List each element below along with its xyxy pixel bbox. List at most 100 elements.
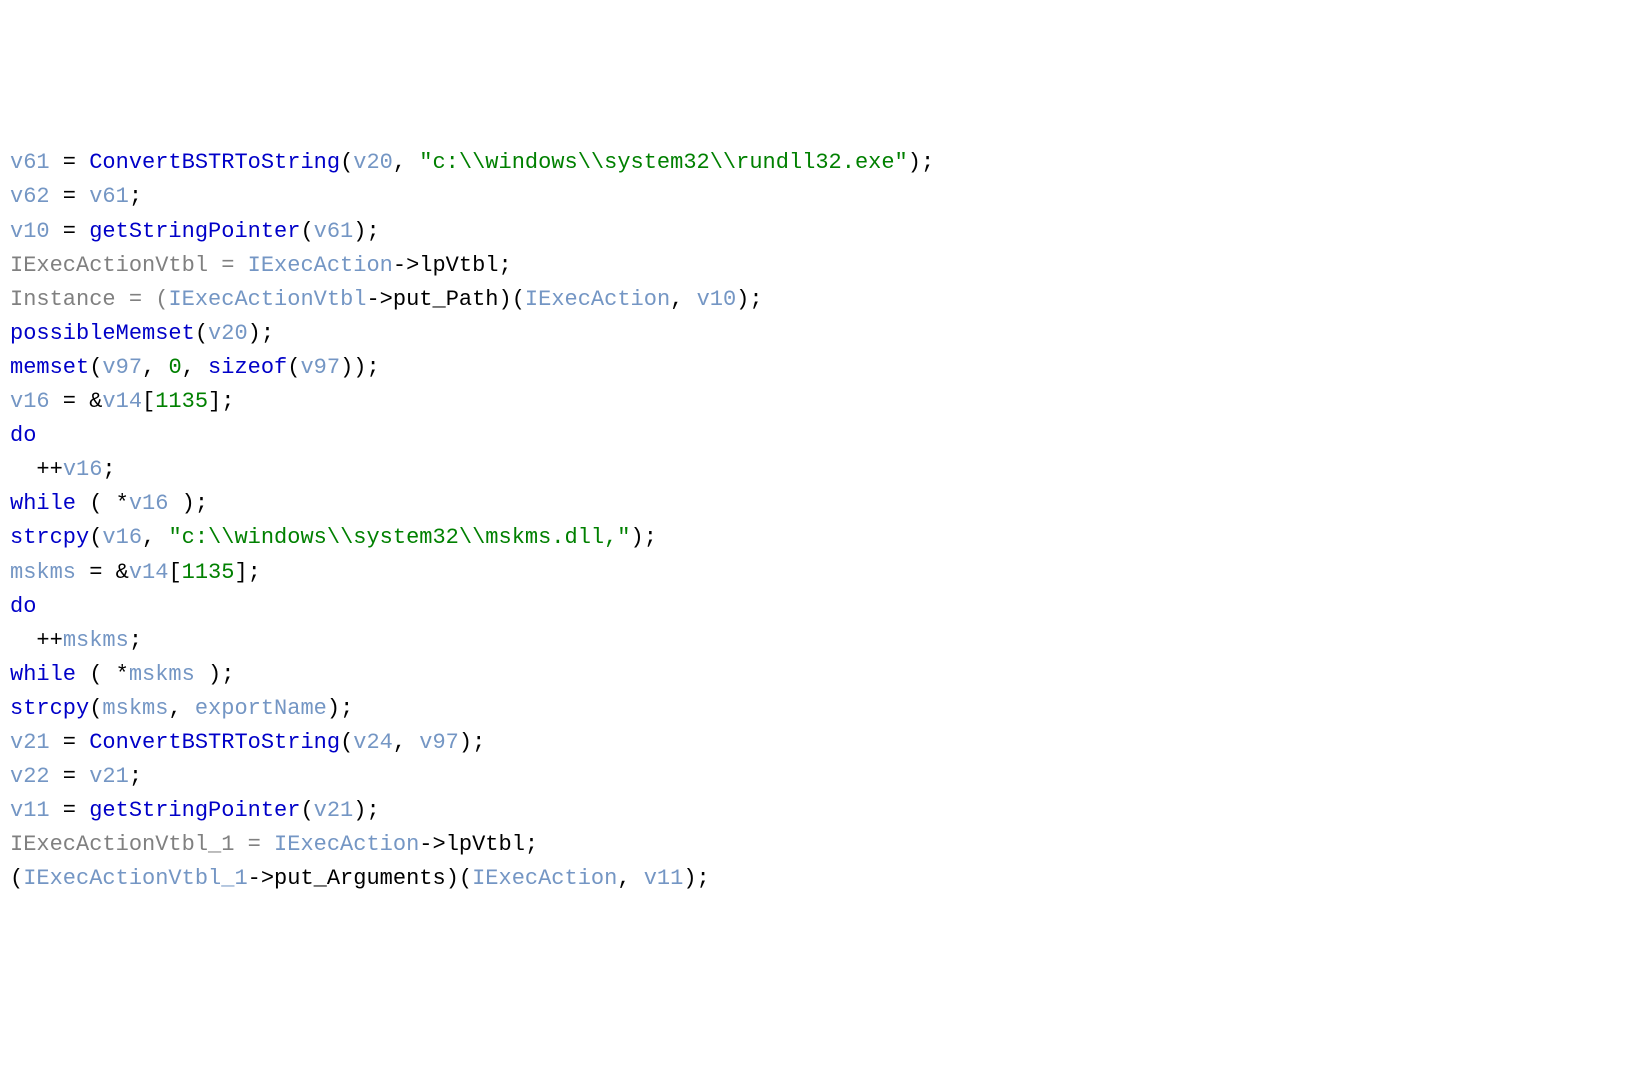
code-line: v22 = v21;: [10, 760, 1636, 794]
code-line: v21 = ConvertBSTRToString(v24, v97);: [10, 726, 1636, 760]
code-token: =: [50, 150, 90, 175]
code-token: IExecActionVtbl: [168, 287, 366, 312]
code-token: exportName: [195, 696, 327, 721]
code-token: =: [50, 764, 90, 789]
code-line: while ( *v16 );: [10, 487, 1636, 521]
code-token: v16: [102, 525, 142, 550]
code-line: Instance = (IExecActionVtbl->put_Path)(I…: [10, 283, 1636, 317]
code-token: [: [142, 389, 155, 414]
code-line: do: [10, 419, 1636, 453]
code-token: ;: [195, 491, 208, 516]
code-token: v10: [10, 219, 50, 244]
code-token: ->: [366, 287, 392, 312]
code-token: (: [340, 150, 353, 175]
code-token: );: [353, 798, 379, 823]
code-token: ,: [142, 355, 168, 380]
code-token: v21: [10, 730, 50, 755]
code-line: v61 = ConvertBSTRToString(v20, "c:\\wind…: [10, 146, 1636, 180]
code-token: ;: [499, 253, 512, 278]
code-token: v14: [129, 560, 169, 585]
code-token: ->: [419, 832, 445, 857]
code-token: );: [736, 287, 762, 312]
code-line: IExecActionVtbl_1 = IExecAction->lpVtbl;: [10, 828, 1636, 862]
code-token: v22: [10, 764, 50, 789]
code-token: (: [340, 730, 353, 755]
code-token: ->: [393, 253, 419, 278]
code-token: ( *: [76, 491, 129, 516]
code-line: (IExecActionVtbl_1->put_Arguments)(IExec…: [10, 862, 1636, 896]
code-token: =: [50, 798, 90, 823]
code-token: Instance = (: [10, 287, 168, 312]
code-token: v61: [314, 219, 354, 244]
code-token: put_Path: [393, 287, 499, 312]
code-token: ++: [10, 457, 63, 482]
code-token: ->: [248, 866, 274, 891]
code-token: = &: [76, 560, 129, 585]
code-token: );: [353, 219, 379, 244]
code-token: possibleMemset: [10, 321, 195, 346]
code-line: ++mskms;: [10, 624, 1636, 658]
code-line: strcpy(mskms, exportName);: [10, 692, 1636, 726]
code-token: IExecActionVtbl =: [10, 253, 248, 278]
code-token: while: [10, 662, 76, 687]
code-token: (: [89, 696, 102, 721]
code-token: );: [683, 866, 709, 891]
code-token: IExecAction: [274, 832, 419, 857]
code-token: );: [248, 321, 274, 346]
code-token: do: [10, 594, 36, 619]
code-token: ;: [102, 457, 115, 482]
code-token: ,: [393, 150, 419, 175]
code-token: v21: [314, 798, 354, 823]
code-token: v24: [353, 730, 393, 755]
code-token: IExecAction: [248, 253, 393, 278]
code-token: 1135: [182, 560, 235, 585]
code-token: strcpy: [10, 696, 89, 721]
code-token: v16: [129, 491, 169, 516]
code-line: v11 = getStringPointer(v21);: [10, 794, 1636, 828]
code-token: v97: [102, 355, 142, 380]
code-token: (: [300, 219, 313, 244]
code-line: v62 = v61;: [10, 180, 1636, 214]
code-token: v21: [89, 764, 129, 789]
code-line: v10 = getStringPointer(v61);: [10, 215, 1636, 249]
code-token: memset: [10, 355, 89, 380]
code-token: ,: [670, 287, 696, 312]
code-line: mskms = &v14[1135];: [10, 556, 1636, 590]
code-token: (: [287, 355, 300, 380]
code-token: v16: [63, 457, 103, 482]
code-line: memset(v97, 0, sizeof(v97));: [10, 351, 1636, 385]
code-token: (: [89, 355, 102, 380]
code-block: v61 = ConvertBSTRToString(v20, "c:\\wind…: [10, 146, 1636, 896]
code-token: )(: [499, 287, 525, 312]
code-token: while: [10, 491, 76, 516]
code-line: strcpy(v16, "c:\\windows\\system32\\mskm…: [10, 521, 1636, 555]
code-token: ;: [525, 832, 538, 857]
code-token: ): [195, 662, 221, 687]
code-token: ;: [129, 764, 142, 789]
code-line: do: [10, 590, 1636, 624]
code-token: v11: [644, 866, 684, 891]
code-token: ): [168, 491, 194, 516]
code-token: (: [195, 321, 208, 346]
code-token: );: [908, 150, 934, 175]
code-token: lpVtbl: [446, 832, 525, 857]
code-token: );: [631, 525, 657, 550]
code-token: )(: [446, 866, 472, 891]
code-token: lpVtbl: [419, 253, 498, 278]
code-token: strcpy: [10, 525, 89, 550]
code-token: v97: [300, 355, 340, 380]
code-token: IExecAction: [472, 866, 617, 891]
code-token: ];: [208, 389, 234, 414]
code-token: "c:\\windows\\system32\\mskms.dll,": [168, 525, 630, 550]
code-token: ];: [234, 560, 260, 585]
code-line: v16 = &v14[1135];: [10, 385, 1636, 419]
code-token: );: [327, 696, 353, 721]
code-token: ;: [129, 628, 142, 653]
code-line: ++v16;: [10, 453, 1636, 487]
code-token: ConvertBSTRToString: [89, 730, 340, 755]
code-token: v61: [89, 184, 129, 209]
code-token: (: [89, 525, 102, 550]
code-token: IExecActionVtbl_1 =: [10, 832, 274, 857]
code-line: IExecActionVtbl = IExecAction->lpVtbl;: [10, 249, 1636, 283]
code-token: put_Arguments: [274, 866, 446, 891]
